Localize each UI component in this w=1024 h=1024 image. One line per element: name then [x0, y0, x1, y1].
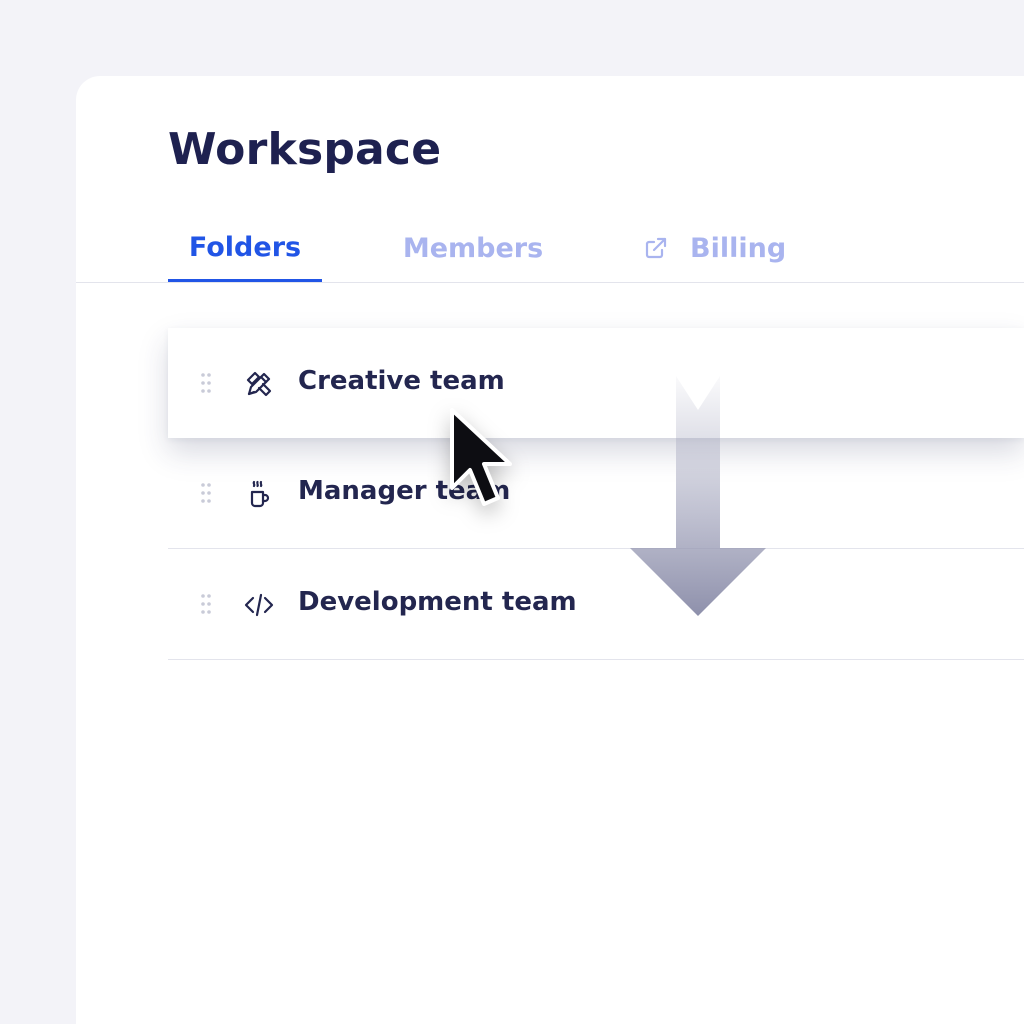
workspace-panel: Workspace Folders Members Billing Creati… [76, 76, 1024, 1024]
coffee-cup-icon [250, 480, 270, 508]
folder-label: Manager team [298, 476, 511, 506]
folder-label: Development team [298, 587, 577, 617]
drag-handle-icon[interactable] [200, 372, 212, 394]
folder-row-manager-team[interactable]: Manager team [168, 438, 1024, 549]
tab-folders[interactable]: Folders [168, 216, 322, 282]
pencil-ruler-icon [246, 371, 272, 397]
folder-list: Creative team Manager team Development t… [168, 328, 1024, 660]
tab-folders-label: Folders [188, 232, 302, 263]
tab-bar: Folders Members Billing [76, 216, 1024, 283]
tab-billing[interactable]: Billing [644, 216, 794, 280]
tab-billing-label: Billing [690, 232, 787, 264]
drag-handle-icon[interactable] [200, 482, 212, 504]
drag-handle-icon[interactable] [200, 593, 212, 615]
tab-members[interactable]: Members [396, 216, 550, 280]
code-icon [244, 593, 274, 617]
folder-label: Creative team [298, 366, 505, 396]
external-link-icon [645, 237, 667, 259]
folder-row-development-team[interactable]: Development team [168, 549, 1024, 660]
tab-members-label: Members [402, 232, 544, 264]
folder-row-creative-team[interactable]: Creative team [168, 328, 1024, 438]
page-title: Workspace [168, 124, 442, 175]
